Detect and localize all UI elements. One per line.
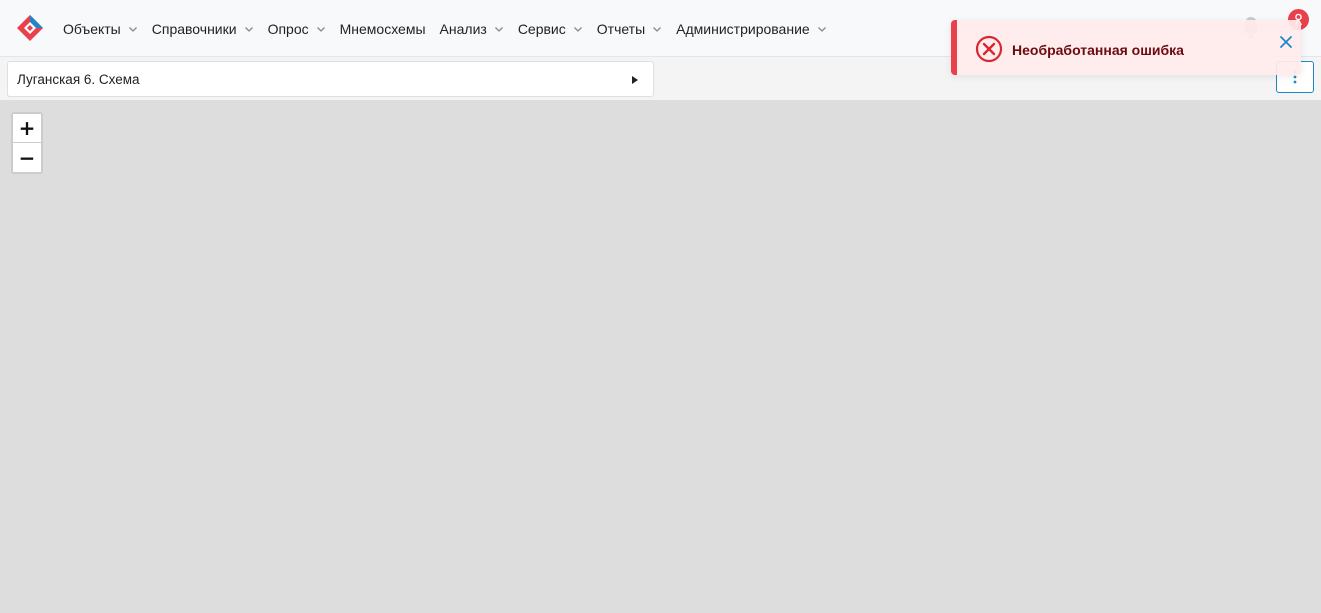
nav-item-mnemoschemes[interactable]: Мнемосхемы — [333, 0, 433, 57]
chevron-down-icon — [494, 26, 503, 32]
nav-item-label: Анализ — [439, 20, 487, 37]
map-canvas[interactable]: + − — [0, 100, 1321, 613]
nav-item-label: Сервис — [517, 20, 566, 37]
nav-item-administration[interactable]: Администрирование — [669, 0, 834, 57]
chevron-down-icon — [128, 26, 137, 32]
chevron-down-icon — [817, 26, 826, 32]
nav-item-label: Справочники — [151, 20, 237, 37]
error-toast: Необработанная ошибка — [951, 20, 1301, 75]
nav-item-label: Администрирование — [676, 20, 810, 37]
app-logo-icon[interactable] — [16, 14, 44, 42]
nav-item-references[interactable]: Справочники — [145, 0, 261, 57]
nav-item-label: Опрос — [267, 20, 309, 37]
nav-item-polling[interactable]: Опрос — [261, 0, 333, 57]
zoom-out-button[interactable]: − — [13, 143, 41, 172]
zoom-in-button[interactable]: + — [13, 114, 41, 143]
zoom-control: + − — [11, 112, 43, 174]
caret-right-icon[interactable] — [631, 75, 639, 85]
nav-item-label: Мнемосхемы — [339, 20, 426, 37]
nav-item-service[interactable]: Сервис — [511, 0, 590, 57]
close-icon[interactable] — [1278, 34, 1294, 50]
main-nav: Объекты Справочники Опрос Мнемосхемы Ана… — [56, 0, 834, 57]
chevron-down-icon — [573, 26, 582, 32]
toast-message: Необработанная ошибка — [1012, 42, 1184, 58]
nav-item-label: Объекты — [63, 20, 121, 37]
breadcrumb-label: Луганская 6. Схема — [17, 71, 140, 87]
chevron-down-icon — [244, 26, 253, 32]
nav-item-objects[interactable]: Объекты — [56, 0, 145, 57]
nav-item-reports[interactable]: Отчеты — [590, 0, 669, 57]
nav-item-analysis[interactable]: Анализ — [433, 0, 511, 57]
chevron-down-icon — [316, 26, 325, 32]
error-circle-icon — [975, 35, 1003, 63]
chevron-down-icon — [653, 26, 662, 32]
nav-item-label: Отчеты — [596, 20, 646, 37]
breadcrumb[interactable]: Луганская 6. Схема — [7, 61, 654, 97]
